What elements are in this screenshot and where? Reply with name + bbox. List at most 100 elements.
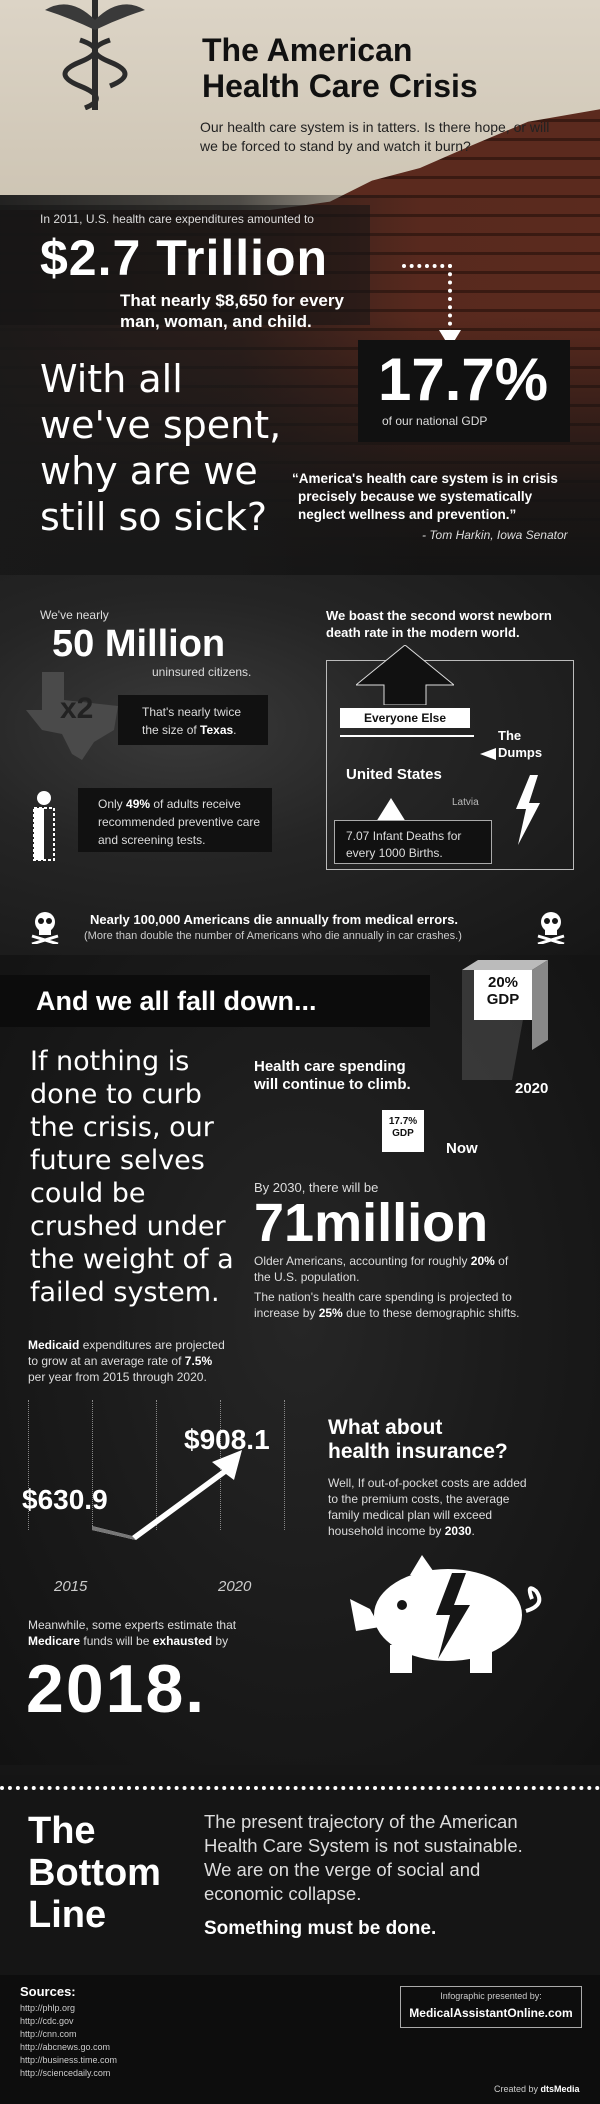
site-link[interactable]: MedicalAssistantOnline.com [400, 2006, 582, 2020]
divider-line [340, 735, 474, 737]
gdp-now-line1: 17.7% [388, 1116, 418, 1127]
fall-left-line2: done to curb [30, 1079, 202, 1110]
bottom-line-text3: We are on the verge of social and [204, 1859, 481, 1880]
per-person-line2: man, woman, and child. [120, 312, 312, 331]
question-line4: still so sick? [40, 495, 267, 539]
the-dumps-line1: The [498, 728, 522, 743]
fall-left-line5: could be [30, 1178, 146, 1209]
insurance-line4: household income by 2030. [328, 1524, 475, 1538]
dotted-connector-h [402, 264, 452, 268]
person-icon [33, 791, 55, 861]
bottom-line-emphasis: Something must be done. [204, 1918, 437, 1939]
dotted-connector-v [448, 264, 452, 334]
texas-multiplier: x2 [60, 692, 94, 725]
older-line4: increase by 25% due to these demographic… [254, 1306, 520, 1320]
year-2015: 2015 [54, 1578, 88, 1595]
growth-arrow-icon [92, 1450, 242, 1540]
texas-line2: the size of Texas. [142, 723, 237, 737]
climb-line1: Health care spending [254, 1058, 406, 1075]
older-line2: the U.S. population. [254, 1270, 360, 1284]
united-states-label: United States [346, 766, 442, 783]
errors-line1: Nearly 100,000 Americans die annually fr… [90, 912, 459, 927]
quote-attribution: - Tom Harkin, Iowa Senator [422, 528, 568, 542]
small-arrow-up-icon [376, 798, 406, 822]
page-title-line1: The American [202, 32, 413, 68]
medicaid-2020-value: $908.1 [184, 1424, 270, 1455]
insurance-line1: Well, If out-of-pocket costs are added [328, 1476, 527, 1490]
preventive-line3: and screening tests. [98, 833, 206, 847]
medicare-line2: Medicare funds will be exhausted by [28, 1634, 229, 1648]
quote-line3: neglect wellness and prevention.” [298, 507, 517, 522]
texas-line1: That's nearly twice [142, 705, 241, 719]
arrow-up-icon [356, 645, 454, 705]
subtitle-line1: Our health care system is in tatters. Is… [200, 119, 550, 135]
now-label: Now [446, 1140, 478, 1157]
uninsured-number: 50 Million [52, 623, 226, 665]
fall-left-line1: If nothing is [30, 1046, 190, 1077]
year-future: 2020 [515, 1080, 549, 1097]
question-line3: why are we [40, 449, 258, 493]
gdp-label: of our national GDP [382, 414, 488, 428]
insurance-heading-line1: What about [328, 1416, 443, 1439]
bottom-line-text1: The present trajectory of the American [204, 1811, 518, 1832]
subtitle-line2: we be forced to stand by and watch it bu… [200, 138, 471, 154]
spending-intro: In 2011, U.S. health care expenditures a… [40, 212, 314, 226]
fall-left-line7: the weight of a [30, 1244, 234, 1275]
sources-heading: Sources: [20, 1984, 76, 1999]
gdp-percent: 17.7% [378, 346, 549, 413]
bottom-line-text2: Health Care System is not sustainable. [204, 1835, 523, 1856]
gdp-future-line1: 20% [487, 974, 519, 991]
question-line2: we've spent, [40, 403, 282, 447]
insurance-heading-line2: health insurance? [328, 1440, 508, 1463]
year-2020: 2020 [218, 1578, 252, 1595]
spending-amount: $2.7 Trillion [40, 230, 329, 286]
everyone-else-label: Everyone Else [340, 708, 470, 728]
fall-left-line4: future selves [30, 1145, 205, 1176]
gdp-future-line2: GDP [486, 991, 520, 1008]
bottom-line-text4: economic collapse. [204, 1883, 362, 1904]
gridline [284, 1400, 285, 1530]
source-item[interactable]: http://business.time.com [20, 2054, 117, 2067]
older-line3: The nation's health care spending is pro… [254, 1290, 512, 1304]
quote-line1: “America's health care system is in cris… [292, 471, 558, 486]
source-item[interactable]: http://cnn.com [20, 2028, 77, 2041]
bottom-line-title1: The [28, 1810, 96, 1852]
the-dumps-line2: Dumps [498, 745, 543, 760]
older-number: 71million [254, 1193, 489, 1253]
medicare-year: 2018. [26, 1651, 207, 1727]
skull-icon [31, 912, 59, 944]
deaths-line2: every 1000 Births. [346, 846, 443, 860]
medicaid-line1: Medicaid expenditures are projected [28, 1338, 225, 1352]
bottom-line-title3: Line [28, 1894, 107, 1936]
pointer-left-icon [480, 748, 496, 760]
presented-by-label: Infographic presented by: [440, 1991, 542, 2001]
source-item[interactable]: http://cdc.gov [20, 2015, 74, 2028]
lightning-bolt-icon [516, 775, 540, 845]
gdp-now-line2: GDP [392, 1128, 414, 1139]
uninsured-prefix: We've nearly [40, 608, 109, 622]
medicaid-2015-value: $630.9 [22, 1484, 108, 1515]
older-line1: Older Americans, accounting for roughly … [254, 1254, 509, 1268]
source-item[interactable]: http://abcnews.go.com [20, 2041, 110, 2054]
skull-icon [537, 912, 565, 944]
fall-left-line3: the crisis, our [30, 1112, 214, 1143]
page-title-line2: Health Care Crisis [202, 68, 478, 104]
question-line1: With all [40, 357, 183, 401]
quote-line2: precisely because we systematically [298, 489, 533, 504]
dotted-separator [0, 1786, 600, 1790]
deaths-line1: 7.07 Infant Deaths for [346, 829, 462, 843]
per-person-line1: That nearly $8,650 for every [120, 291, 344, 310]
medicaid-line3: per year from 2015 through 2020. [28, 1370, 207, 1384]
bottom-line-title2: Bottom [28, 1852, 161, 1894]
errors-line2: (More than double the number of American… [84, 930, 462, 942]
medicare-line1: Meanwhile, some experts estimate that [28, 1618, 237, 1632]
fall-banner-text: And we all fall down... [36, 986, 317, 1016]
newborn-heading-line1: We boast the second worst newborn [326, 608, 552, 623]
insurance-line3: family medical plan will exceed [328, 1508, 493, 1522]
source-item[interactable]: http://phlp.org [20, 2002, 75, 2015]
source-item[interactable]: http://sciencedaily.com [20, 2067, 110, 2080]
medicaid-line2: to grow at an average rate of 7.5% [28, 1354, 213, 1368]
caduceus-icon [45, 0, 145, 110]
newborn-heading-line2: death rate in the modern world. [326, 625, 520, 640]
texas-box [118, 695, 268, 745]
